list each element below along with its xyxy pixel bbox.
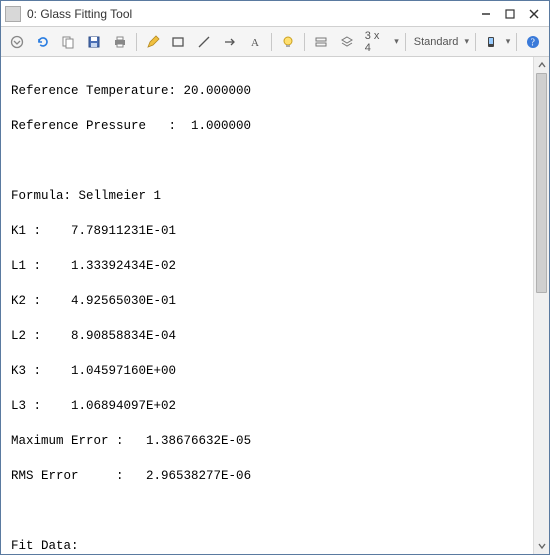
titlebar: 0: Glass Fitting Tool (1, 1, 549, 27)
help-icon[interactable]: ? (523, 32, 543, 52)
formula-label: Formula: (11, 189, 71, 203)
maximize-button[interactable] (503, 7, 517, 21)
stack-icon[interactable] (337, 32, 357, 52)
toolbar-separator (304, 33, 305, 51)
content-area: Reference Temperature: 20.000000 Referen… (1, 57, 549, 554)
copy-icon[interactable] (59, 32, 79, 52)
text-icon[interactable]: A (246, 32, 266, 52)
scroll-down-arrow[interactable] (534, 538, 549, 554)
print-icon[interactable] (110, 32, 130, 52)
coef-name: K3 (11, 364, 26, 378)
save-icon[interactable] (84, 32, 104, 52)
formula-name: Sellmeier 1 (79, 189, 162, 203)
coef-value: 8.90858834E-04 (71, 329, 176, 343)
coef-line: L1 : 1.33392434E-02 (11, 258, 523, 276)
coef-value: 4.92565030E-01 (71, 294, 176, 308)
coef-name: L2 (11, 329, 26, 343)
coef-value: 1.06894097E+02 (71, 399, 176, 413)
window-controls (479, 7, 545, 21)
minimize-button[interactable] (479, 7, 493, 21)
max-error-line: Maximum Error : 1.38676632E-05 (11, 433, 523, 451)
toolbar: A 3 x 4 ▾ Standard ▾ ▾ ? (1, 27, 549, 57)
coef-name: L3 (11, 399, 26, 413)
refresh-icon[interactable] (33, 32, 53, 52)
max-error-label: Maximum Error : (11, 434, 124, 448)
arrow-icon[interactable] (220, 32, 240, 52)
toolbar-separator (516, 33, 517, 51)
device-icon[interactable] (482, 32, 502, 52)
close-button[interactable] (527, 7, 541, 21)
grid-size-label[interactable]: 3 x 4 (363, 30, 391, 54)
bulb-icon[interactable] (278, 32, 298, 52)
ref-temp-line: Reference Temperature: 20.000000 (11, 83, 523, 101)
chevron-down-icon[interactable]: ▾ (506, 36, 511, 47)
coef-name: K2 (11, 294, 26, 308)
toolbar-separator (136, 33, 137, 51)
rectangle-icon[interactable] (168, 32, 188, 52)
coef-line: K1 : 7.78911231E-01 (11, 223, 523, 241)
ref-press-label: Reference Pressure : (11, 119, 176, 133)
coef-name: K1 (11, 224, 26, 238)
style-dropdown[interactable]: Standard (412, 36, 461, 48)
app-icon (5, 6, 21, 22)
coef-line: K3 : 1.04597160E+00 (11, 363, 523, 381)
ref-press-value: 1.000000 (191, 119, 251, 133)
chevron-down-icon[interactable]: ▾ (394, 36, 399, 47)
vertical-scrollbar[interactable] (533, 57, 549, 554)
scroll-up-arrow[interactable] (534, 57, 549, 73)
coef-value: 1.33392434E-02 (71, 259, 176, 273)
layers-icon[interactable] (311, 32, 331, 52)
blank-line (11, 153, 523, 171)
svg-text:?: ? (531, 37, 536, 48)
rms-error-value: 2.96538277E-06 (146, 469, 251, 483)
report-text[interactable]: Reference Temperature: 20.000000 Referen… (1, 57, 533, 554)
line-icon[interactable] (194, 32, 214, 52)
toolbar-separator (271, 33, 272, 51)
rms-error-line: RMS Error : 2.96538277E-06 (11, 468, 523, 486)
coef-line: L2 : 8.90858834E-04 (11, 328, 523, 346)
max-error-value: 1.38676632E-05 (146, 434, 251, 448)
ref-temp-value: 20.000000 (184, 84, 252, 98)
coef-name: L1 (11, 259, 26, 273)
chevron-down-icon[interactable]: ▾ (464, 36, 469, 47)
svg-text:A: A (251, 37, 259, 49)
formula-line: Formula: Sellmeier 1 (11, 188, 523, 206)
coef-line: K2 : 4.92565030E-01 (11, 293, 523, 311)
expand-icon[interactable] (7, 32, 27, 52)
blank-line (11, 503, 523, 521)
coef-value: 1.04597160E+00 (71, 364, 176, 378)
ref-temp-label: Reference Temperature: (11, 84, 176, 98)
toolbar-separator (405, 33, 406, 51)
window-title: 0: Glass Fitting Tool (27, 7, 479, 21)
coef-value: 7.78911231E-01 (71, 224, 176, 238)
fit-data-header: Fit Data: (11, 538, 523, 555)
toolbar-separator (475, 33, 476, 51)
pencil-icon[interactable] (143, 32, 163, 52)
coef-line: L3 : 1.06894097E+02 (11, 398, 523, 416)
rms-error-label: RMS Error : (11, 469, 124, 483)
ref-press-line: Reference Pressure : 1.000000 (11, 118, 523, 136)
scroll-thumb[interactable] (536, 73, 547, 293)
